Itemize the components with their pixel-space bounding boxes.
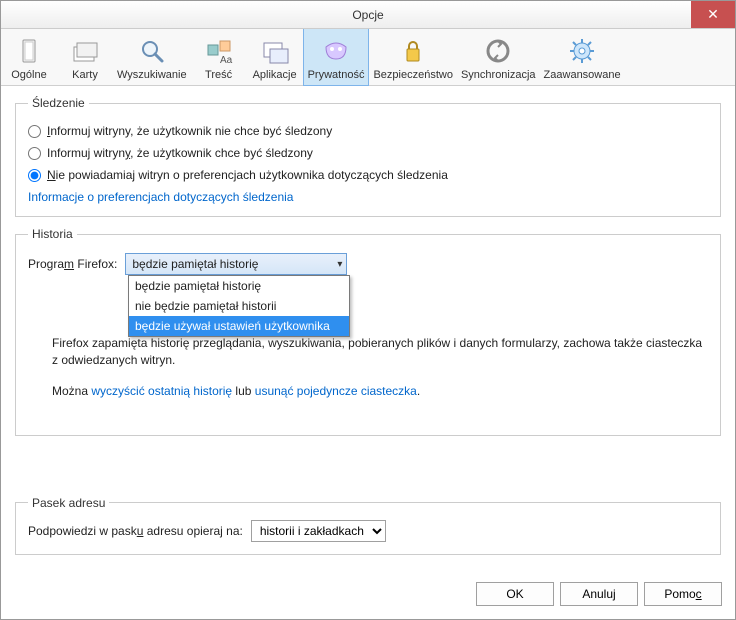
dropdown-item-never[interactable]: nie będzie pamiętał historii [129,296,349,316]
addressbar-fieldset: Pasek adresu Podpowiedzi w pasku adresu … [15,496,721,555]
tab-label: Aplikacje [253,69,297,81]
chevron-down-icon: ▾ [337,259,342,270]
history-description: Firefox zapamięta historię przeglądania,… [52,335,708,370]
tab-label: Synchronizacja [461,69,536,81]
tab-security[interactable]: Bezpieczeństwo [369,29,457,85]
ok-button[interactable]: OK [476,582,554,606]
svg-text:Aa: Aa [220,55,233,65]
tab-advanced[interactable]: Zaawansowane [540,29,625,85]
addressbar-source-select[interactable]: historii i zakładkach [251,520,386,542]
tab-label: Ogólne [11,69,46,81]
dialog-footer: OK Anuluj Pomoc [0,572,736,620]
tab-sync[interactable]: Synchronizacja [457,29,540,85]
radio-allowtrack[interactable] [28,147,41,160]
tab-privacy[interactable]: Prywatność [303,28,370,86]
addressbar-legend: Pasek adresu [28,496,109,510]
radio-donottrack[interactable] [28,125,41,138]
history-links: Można wyczyścić ostatnią historię lub us… [52,384,708,398]
tab-tabs[interactable]: Karty [57,29,113,85]
tab-label: Bezpieczeństwo [373,69,453,81]
history-mode-combobox[interactable]: będzie pamiętał historię ▾ [125,253,347,275]
general-icon [13,35,45,67]
tab-applications[interactable]: Aplikacje [247,29,303,85]
history-mode-dropdown: będzie pamiętał historię nie będzie pami… [128,275,350,337]
tab-general[interactable]: Ogólne [1,29,57,85]
search-icon [136,35,168,67]
options-toolbar: Ogólne Karty Wyszukiwanie Aa Treść Aplik… [1,29,735,86]
combo-selected-text: będzie pamiętał historię [132,257,258,271]
lock-icon [397,35,429,67]
tab-label: Zaawansowane [544,69,621,81]
radio-label: Informuj witryny, że użytkownik chce być… [47,146,313,160]
tabs-icon [69,35,101,67]
tracking-fieldset: Śledzenie Informuj witryny, że użytkowni… [15,96,721,217]
help-button[interactable]: Pomoc [644,582,722,606]
tracking-opt-donottrack[interactable]: Informuj witryny, że użytkownik nie chce… [28,124,708,138]
tracking-legend: Śledzenie [28,96,89,110]
tracking-opt-nopreference[interactable]: Nie powiadamiaj witryn o preferencjach u… [28,168,708,182]
dropdown-item-custom[interactable]: będzie używał ustawień użytkownika [129,316,349,336]
titlebar: Opcje ✕ [1,1,735,29]
cancel-button[interactable]: Anuluj [560,582,638,606]
close-icon: ✕ [707,6,719,23]
tab-search[interactable]: Wyszukiwanie [113,29,191,85]
tab-label: Prywatność [308,69,365,81]
tab-label: Wyszukiwanie [117,69,187,81]
gear-icon [566,35,598,67]
dropdown-item-remember[interactable]: będzie pamiętał historię [129,276,349,296]
addressbar-label: Podpowiedzi w pasku adresu opieraj na: [28,524,243,538]
tab-label: Treść [205,69,232,81]
content-area: Śledzenie Informuj witryny, że użytkowni… [1,86,735,573]
content-icon: Aa [203,35,235,67]
window-title: Opcje [352,8,383,22]
privacy-mask-icon [320,35,352,67]
tab-label: Karty [72,69,98,81]
close-button[interactable]: ✕ [691,1,735,28]
radio-label: Nie powiadamiaj witryn o preferencjach u… [47,168,448,182]
clear-history-link[interactable]: wyczyścić ostatnią historię [91,384,232,398]
tab-content[interactable]: Aa Treść [191,29,247,85]
tracking-info-link[interactable]: Informacje o preferencjach dotyczących ś… [28,190,293,204]
remove-cookies-link[interactable]: usunąć pojedyncze ciasteczka [255,384,417,398]
radio-label: Informuj witryny, że użytkownik nie chce… [47,124,332,138]
history-fieldset: Historia Program Firefox: będzie pamięta… [15,227,721,436]
sync-icon [482,35,514,67]
history-program-label: Program Firefox: [28,257,117,271]
radio-nopreference[interactable] [28,169,41,182]
history-legend: Historia [28,227,77,241]
apps-icon [259,35,291,67]
tracking-opt-allowtrack[interactable]: Informuj witryny, że użytkownik chce być… [28,146,708,160]
